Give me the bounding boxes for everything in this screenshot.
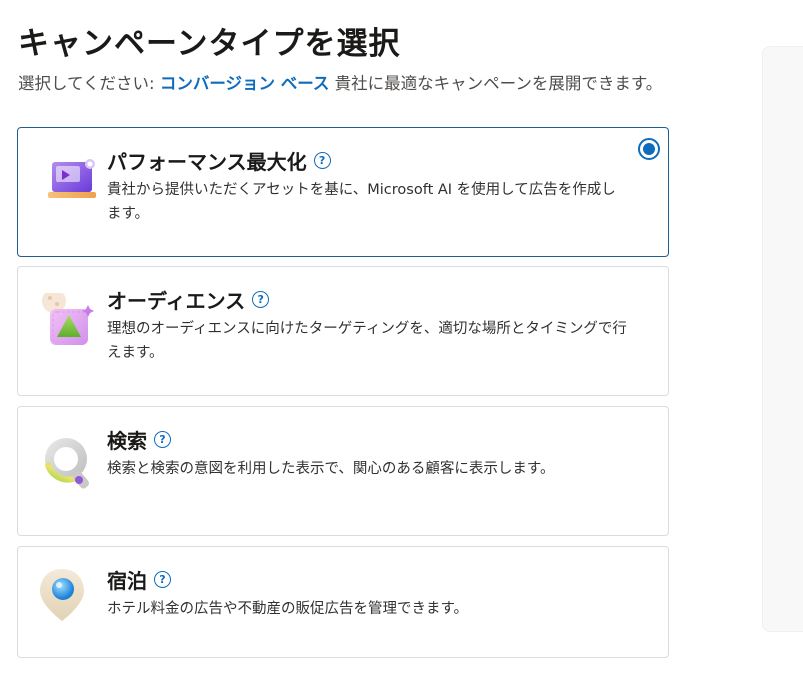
card-description: 理想のオーディエンスに向けたターゲティングを、適切な場所とタイミングで行えます。	[107, 321, 627, 361]
location-pin-icon	[40, 569, 84, 621]
radio-selected[interactable]	[638, 138, 660, 160]
card-title-text: パフォーマンス最大化	[107, 150, 307, 174]
help-icon[interactable]: ?	[154, 431, 171, 448]
card-description: 貴社から提供いただくアセットを基に、Microsoft AI を使用して広告を作…	[107, 182, 616, 222]
help-icon[interactable]: ?	[252, 291, 270, 308]
card-title: 宿泊 ?	[107, 565, 171, 594]
campaign-type-page: キャンペーンタイプを選択 選択してください: コンバージョン ベース 貴社に最適…	[0, 0, 803, 680]
card-title-text: 宿泊	[107, 569, 147, 593]
subtitle-highlight: コンバージョン ベース	[159, 74, 330, 93]
help-icon[interactable]: ?	[154, 571, 171, 588]
help-icon[interactable]: ?	[313, 152, 331, 169]
search-magnifier-icon	[45, 438, 89, 489]
card-title-text: オーディエンス	[107, 289, 246, 313]
card-title: パフォーマンス最大化 ?	[107, 146, 331, 175]
subtitle-prefix: 選択してください:	[18, 74, 160, 93]
campaign-card-audience[interactable]: オーディエンス ? 理想のオーディエンスに向けたターゲティングを、適切な場所とタ…	[17, 266, 669, 396]
radio-dot	[643, 143, 655, 155]
audience-target-icon	[42, 293, 94, 345]
card-title: オーディエンス ?	[107, 285, 270, 314]
campaign-card-search[interactable]: 検索 ? 検索と検索の意図を利用した表示で、関心のある顧客に表示します。	[17, 406, 669, 536]
side-panel	[762, 46, 803, 632]
card-title-text: 検索	[107, 429, 147, 453]
card-description: ホテル料金の広告や不動産の販促広告を管理できます。	[107, 601, 469, 617]
card-title: 検索 ?	[107, 425, 171, 454]
campaign-card-performance-max[interactable]: パフォーマンス最大化 ? 貴社から提供いただくアセットを基に、Microsoft…	[17, 127, 669, 257]
laptop-sparkle-icon	[48, 159, 96, 198]
card-description: 検索と検索の意図を利用した表示で、関心のある顧客に表示します。	[107, 461, 555, 477]
subtitle-suffix: 貴社に最適なキャンペーンを展開できます。	[329, 74, 663, 93]
campaign-card-lodging[interactable]: 宿泊 ? ホテル料金の広告や不動産の販促広告を管理できます。	[17, 546, 669, 658]
page-title: キャンペーンタイプを選択	[18, 26, 401, 62]
page-subtitle: 選択してください: コンバージョン ベース 貴社に最適なキャンペーンを展開できま…	[18, 70, 662, 94]
